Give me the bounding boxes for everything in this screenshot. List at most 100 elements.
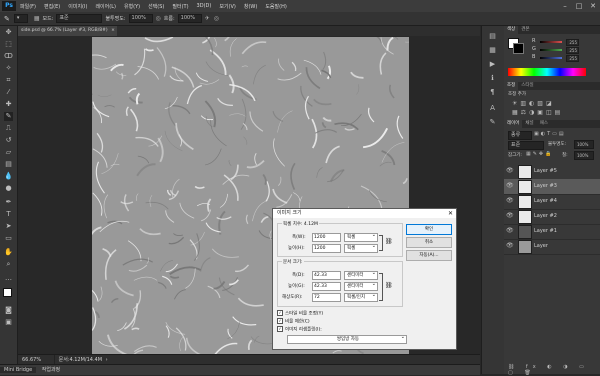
tab-close-icon[interactable]: × <box>111 28 115 33</box>
menu-file[interactable]: 파일(F) <box>16 3 40 10</box>
adjustment-icons-row-2[interactable]: ▦⚖◑▣◫▤ <box>512 109 563 116</box>
minimize-button[interactable]: – <box>558 2 572 10</box>
crop-tool-icon[interactable]: ⌗ <box>4 76 13 85</box>
layer-filter-select[interactable]: 종류 <box>508 131 532 140</box>
doc-width-unit-select[interactable]: 센티미터 <box>344 271 378 280</box>
more-tools-icon[interactable]: … <box>4 274 13 283</box>
resolution-input[interactable]: 72 <box>312 293 341 302</box>
pixel-width-input[interactable]: 1200 <box>312 233 341 242</box>
pressure-opacity-icon[interactable]: ◎ <box>156 15 161 22</box>
type-tool-icon[interactable]: T <box>4 210 13 219</box>
layer-row[interactable]: 👁 Layer <box>504 239 600 255</box>
fill-input[interactable]: 100% <box>574 151 594 160</box>
visibility-eye-icon[interactable]: 👁 <box>506 197 514 204</box>
stamp-tool-icon[interactable]: ⎍ <box>4 124 13 133</box>
menu-view[interactable]: 보기(V) <box>215 3 240 10</box>
opacity-input[interactable]: 100% <box>129 14 153 23</box>
pixel-height-unit-select[interactable]: 픽셀 <box>344 244 378 253</box>
scale-styles-checkbox[interactable]: ✓스타일 비율 조정(Y) <box>277 310 323 316</box>
hand-tool-icon[interactable]: ✋ <box>4 248 13 257</box>
dodge-tool-icon[interactable]: ● <box>4 184 13 193</box>
status-arrow-icon[interactable]: › <box>106 357 108 363</box>
menu-window[interactable]: 창(W) <box>240 3 261 10</box>
marquee-tool-icon[interactable]: ⬚ <box>4 40 13 49</box>
foreground-color-swatch[interactable] <box>3 288 12 297</box>
history-brush-tool-icon[interactable]: ↺ <box>4 136 13 145</box>
resolution-unit-select[interactable]: 픽셀/인치 <box>344 293 378 302</box>
pixel-width-unit-select[interactable]: 픽셀 <box>344 233 378 242</box>
visibility-eye-icon[interactable]: 👁 <box>506 182 514 189</box>
slider-g[interactable] <box>540 49 562 51</box>
brush-size-picker[interactable]: ▾ <box>14 14 28 23</box>
history-panel-icon[interactable]: ▤ <box>488 32 497 41</box>
screen-mode-icon[interactable]: ▣ <box>4 318 13 327</box>
menu-layer[interactable]: 레이어(L) <box>91 3 120 10</box>
info-panel-icon[interactable]: ℹ <box>488 74 497 83</box>
slider-g-value[interactable]: 255 <box>566 47 579 54</box>
layer-row[interactable]: 👁 Layer #5 <box>504 164 600 180</box>
tab-mini-bridge[interactable]: Mini Bridge <box>0 367 36 373</box>
menu-type[interactable]: 유형(Y) <box>120 3 144 10</box>
lasso-tool-icon[interactable]: ↀ <box>4 52 13 61</box>
properties-panel-icon[interactable]: ▦ <box>488 46 497 55</box>
layer-filter-icons[interactable]: ▣◐T▭▤ <box>534 131 566 137</box>
quick-mask-icon[interactable]: ◙ <box>4 306 13 315</box>
brush-tool-icon[interactable]: ✎ <box>4 112 13 121</box>
tab-adjustments[interactable]: 조정 <box>504 82 518 90</box>
tab-styles[interactable]: 스타일 <box>518 82 536 90</box>
healing-tool-icon[interactable]: ✚ <box>4 100 13 109</box>
close-button[interactable]: ✕ <box>586 2 600 10</box>
character-panel-icon[interactable]: A <box>488 104 497 113</box>
tab-paths[interactable]: 패스 <box>537 120 551 128</box>
doc-height-input[interactable]: 42.33 <box>312 282 341 291</box>
resample-checkbox[interactable]: ✓이미지 리샘플링(I): <box>277 326 322 332</box>
menu-edit[interactable]: 편집(E) <box>40 3 64 10</box>
airbrush-icon[interactable]: ✈ <box>205 15 210 22</box>
menu-image[interactable]: 이미지(I) <box>64 3 91 10</box>
pressure-size-icon[interactable]: ◎ <box>214 15 219 22</box>
ok-button[interactable]: 확인 <box>406 224 452 235</box>
doc-height-unit-select[interactable]: 센티미터 <box>344 282 378 291</box>
shape-tool-icon[interactable]: ▭ <box>4 234 13 243</box>
quick-select-tool-icon[interactable]: ✧ <box>4 64 13 73</box>
visibility-eye-icon[interactable]: 👁 <box>506 227 514 234</box>
background-color-chip[interactable] <box>513 43 524 54</box>
slider-b-value[interactable]: 255 <box>566 55 579 62</box>
visibility-eye-icon[interactable]: 👁 <box>506 242 514 249</box>
dialog-close-icon[interactable]: ✕ <box>448 210 453 217</box>
color-spectrum-bar[interactable] <box>508 68 586 76</box>
visibility-eye-icon[interactable]: 👁 <box>506 212 514 219</box>
visibility-eye-icon[interactable]: 👁 <box>506 167 514 174</box>
pixel-height-input[interactable]: 1200 <box>312 244 341 253</box>
brush-panel-icon[interactable]: ▦ <box>34 15 40 22</box>
document-tab[interactable]: side.psd @ 66.7% (Layer #3, RGB/8#) × <box>18 26 117 36</box>
menu-3d[interactable]: 3D(D) <box>193 3 216 9</box>
maximize-button[interactable]: □ <box>572 2 586 10</box>
doc-width-input[interactable]: 42.33 <box>312 271 341 280</box>
slider-r-value[interactable]: 255 <box>566 39 579 46</box>
blur-tool-icon[interactable]: 💧 <box>4 172 13 181</box>
brush-tool-icon[interactable]: ✎ <box>4 15 10 23</box>
tab-swatches[interactable]: 견본 <box>518 26 532 34</box>
actions-panel-icon[interactable]: ▶ <box>488 60 497 69</box>
resample-method-select[interactable]: 쌍입방 자동 <box>287 335 407 344</box>
tab-channels[interactable]: 채널 <box>522 120 536 128</box>
slider-r[interactable] <box>540 41 562 43</box>
brush-presets-icon[interactable]: ✎ <box>488 118 497 127</box>
paragraph-panel-icon[interactable]: ¶ <box>488 88 497 97</box>
eraser-tool-icon[interactable]: ▱ <box>4 148 13 157</box>
menu-filter[interactable]: 필터(T) <box>168 3 192 10</box>
path-select-tool-icon[interactable]: ➤ <box>4 222 13 231</box>
mode-select[interactable]: 표준 <box>56 14 102 23</box>
layer-row[interactable]: 👁 Layer #4 <box>504 194 600 210</box>
tab-timeline[interactable]: 작업과정 <box>38 367 64 373</box>
tab-color[interactable]: 색상 <box>504 26 518 34</box>
move-tool-icon[interactable]: ✥ <box>4 28 13 37</box>
layer-row[interactable]: 👁 Layer #2 <box>504 209 600 225</box>
gradient-tool-icon[interactable]: ▤ <box>4 160 13 169</box>
tab-layers[interactable]: 레이어 <box>504 120 522 128</box>
layer-row-selected[interactable]: 👁 Layer #3 <box>504 179 600 195</box>
cancel-button[interactable]: 취소 <box>406 237 452 248</box>
auto-button[interactable]: 자동(A)... <box>406 250 452 261</box>
constrain-proportions-checkbox[interactable]: ✓비율 제한(C) <box>277 318 310 324</box>
